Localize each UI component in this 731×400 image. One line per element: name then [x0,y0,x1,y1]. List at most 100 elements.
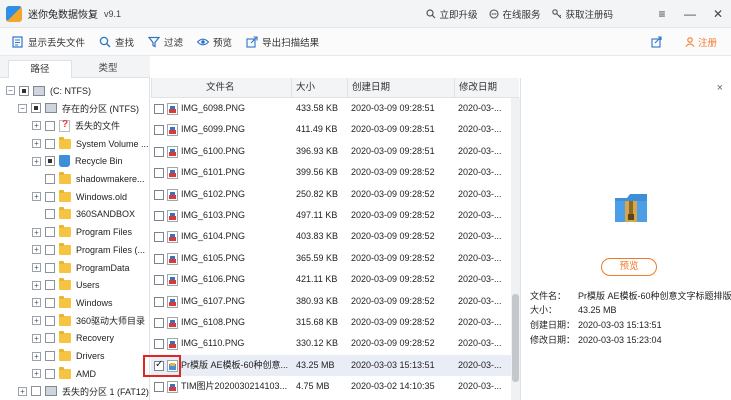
collapse-icon[interactable]: − [18,103,27,113]
show-lost-files-button[interactable]: 显示丢失文件 [12,35,85,49]
close-button[interactable]: ✕ [711,7,725,21]
preview-button[interactable]: 预览 [601,258,657,276]
file-row[interactable]: IMG_6104.PNG 403.83 KB 2020-03-09 09:28:52… [151,226,511,247]
file-row[interactable]: IMG_6100.PNG 396.93 KB 2020-03-09 09:28:51… [151,141,511,162]
tree-checkbox[interactable] [45,209,55,220]
file-checkbox[interactable] [154,382,164,393]
tree-node[interactable]: + Windows [32,294,113,311]
file-row[interactable]: IMG_6110.PNG 330.12 KB 2020-03-09 09:28:52… [151,333,511,354]
file-row[interactable]: IMG_6099.PNG 411.49 KB 2020-03-09 09:28:51… [151,119,511,140]
tree-checkbox[interactable] [45,120,55,131]
tree-checkbox[interactable] [45,351,55,361]
expand-icon[interactable]: + [32,351,41,361]
tree-node[interactable]: + Windows.old [32,188,127,205]
tree-node[interactable]: + 丢失的分区 1 (FAT12) [18,383,149,400]
file-checkbox[interactable] [154,296,164,307]
expand-icon[interactable]: + [32,245,41,255]
file-row[interactable]: IMG_6108.PNG 315.68 KB 2020-03-09 09:28:52… [151,312,511,333]
collapse-icon[interactable]: − [6,86,15,95]
tree-node[interactable]: − 存在的分区 (NTFS) [18,100,139,117]
file-row[interactable]: IMG_6107.PNG 380.93 KB 2020-03-09 09:28:52… [151,291,511,312]
file-row[interactable]: TIM图片2020030214103... 4.75 MB 2020-03-02 1… [151,376,511,397]
minimize-button[interactable]: — [683,7,697,21]
tree-node[interactable]: + Program Files (... [32,241,145,258]
expand-icon[interactable]: + [32,298,41,308]
file-row[interactable]: Pr模版 AE模板-60种创意... 43.25 MB 2020-03-03 15:… [151,354,511,377]
file-row[interactable]: IMG_6098.PNG 433.58 KB 2020-03-09 09:28:51… [151,98,511,119]
tree-checkbox[interactable] [45,244,55,255]
tree-checkbox[interactable] [31,386,41,397]
tree-node[interactable]: + ProgramData [32,259,130,276]
tree-checkbox[interactable] [45,138,55,149]
share-icon[interactable] [651,36,663,48]
tree-node[interactable]: + Drivers [32,348,105,365]
file-checkbox[interactable] [154,275,164,286]
preview-close-icon[interactable]: × [717,82,723,94]
file-checkbox[interactable] [154,318,164,328]
file-checkbox[interactable] [154,211,164,221]
tree-checkbox[interactable] [45,315,55,326]
file-checkbox[interactable] [154,253,164,264]
expand-icon[interactable]: + [32,263,41,272]
expand-icon[interactable]: + [32,227,41,237]
expand-icon[interactable]: + [32,369,41,379]
tree-node[interactable]: + Recycle Bin [32,153,123,170]
tree-node[interactable]: + Users [32,277,100,294]
tree-checkbox[interactable] [45,156,55,167]
scrollbar-thumb[interactable] [512,294,519,382]
upgrade-link[interactable]: 立即升级 [426,7,477,21]
expand-icon[interactable]: + [18,386,27,396]
expand-icon[interactable]: + [32,156,41,166]
tree-node[interactable]: +360驱动大师目录 [32,312,145,329]
file-checkbox[interactable] [154,232,164,243]
menu-button[interactable]: ≡ [655,7,669,21]
expand-icon[interactable]: + [32,280,41,290]
filter-button[interactable]: 过滤 [148,35,183,49]
tree-node[interactable]: + Recovery [32,330,114,347]
file-row[interactable]: IMG_6106.PNG 421.11 KB 2020-03-09 09:28:52… [151,269,511,290]
tree-node[interactable]: shadowmakere... [32,171,145,188]
tree-node[interactable]: 360SANDBOX [32,206,135,223]
expand-icon[interactable]: + [32,333,41,343]
tree-checkbox[interactable] [45,333,55,344]
tree-node[interactable]: − (C: NTFS) [6,82,91,99]
expand-icon[interactable]: + [32,192,41,202]
expand-icon[interactable]: + [32,139,41,149]
preview-toolbar-button[interactable]: 预览 [197,35,232,49]
find-button[interactable]: 查找 [99,35,134,49]
tree-node[interactable]: + System Volume ... [32,135,149,152]
export-results-button[interactable]: 导出扫描结果 [246,35,319,49]
column-name[interactable]: 文件名 [151,78,291,98]
file-checkbox[interactable] [154,339,164,350]
get-code-link[interactable]: 获取注册码 [552,7,613,21]
file-row[interactable]: IMG_6102.PNG 250.82 KB 2020-03-09 09:28:52… [151,184,511,205]
file-row[interactable]: IMG_6105.PNG 365.59 KB 2020-03-09 09:28:52… [151,248,511,269]
tree-checkbox[interactable] [45,280,55,291]
online-service-link[interactable]: 在线服务 [489,7,540,21]
expand-icon[interactable]: + [32,316,41,326]
file-checkbox[interactable] [154,168,164,179]
column-modified[interactable]: 修改日期 [454,78,519,98]
file-row[interactable]: IMG_6103.PNG 497.11 KB 2020-03-09 09:28:52… [151,205,511,226]
column-created[interactable]: 创建日期 [347,78,454,98]
file-checkbox[interactable] [154,125,164,136]
tree-checkbox[interactable] [45,368,55,379]
register-button[interactable]: 注册 [685,35,717,49]
file-checkbox[interactable] [154,104,164,114]
tree-checkbox[interactable] [45,191,55,202]
file-checkbox[interactable] [154,189,164,200]
tab-type[interactable]: 类型 [76,60,140,78]
tree-checkbox[interactable] [45,227,55,238]
file-row[interactable]: IMG_6101.PNG 399.56 KB 2020-03-09 09:28:52… [151,162,511,183]
tree-checkbox[interactable] [45,297,55,308]
tree-checkbox[interactable] [31,103,41,114]
tree-node[interactable]: + 丢失的文件 [32,117,120,134]
tree-checkbox[interactable] [45,174,55,184]
tab-path[interactable]: 路径 [8,60,72,78]
tree-checkbox[interactable] [19,85,29,96]
file-checkbox[interactable] [154,146,164,157]
tree-node[interactable]: + Program Files [32,224,132,241]
tree-node[interactable]: + AMD [32,365,96,382]
column-size[interactable]: 大小 [291,78,347,98]
file-list-scrollbar[interactable] [511,98,520,400]
